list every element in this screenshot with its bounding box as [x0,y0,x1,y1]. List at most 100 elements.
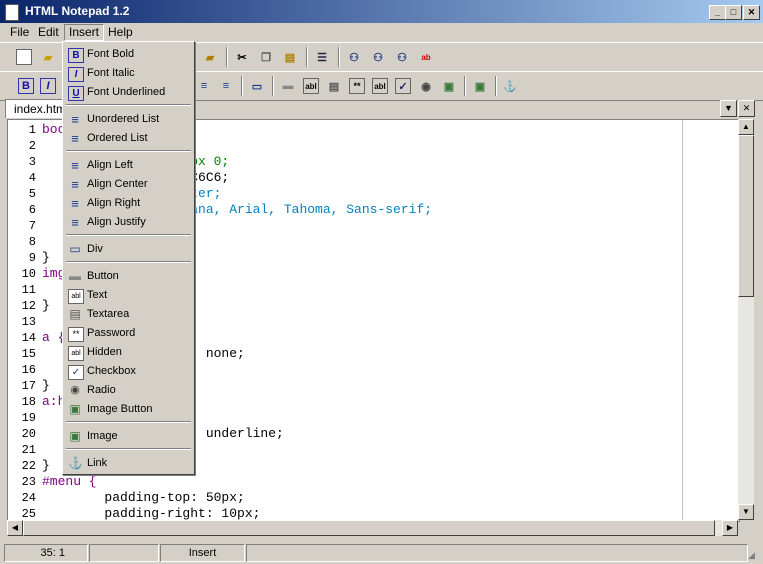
insert-dropdown-menu: B Font Bold I Font Italic U Font Underlined ≡ U… [62,41,195,475]
tab-close-button[interactable]: ✕ [738,100,755,117]
minimize-button[interactable]: _ [709,5,726,20]
menu-item-label: Ordered List [87,132,148,144]
scroll-down-button[interactable]: ▼ [738,504,754,520]
italic-button[interactable]: I [38,76,58,96]
menu-item-label: Font Italic [87,67,135,79]
paste-toolbar-button[interactable]: ▰ [200,47,220,67]
div-icon: ▭ [69,242,81,256]
toolbar-separator [272,76,274,96]
insert-textarea-button[interactable]: ▤ [324,76,344,96]
menu-separator [66,421,191,423]
open-file-button[interactable]: ▰ [38,47,58,67]
vertical-scrollbar[interactable]: ▲ ▼ [738,119,754,520]
align-button[interactable]: ≡ [194,76,214,96]
code-line: } [42,298,50,314]
button-icon: ▬ [282,80,294,92]
image-button-icon: ▣ [443,80,455,93]
horizontal-scroll-thumb[interactable] [23,520,715,536]
menu-item-ordered-list[interactable]: ≡ Ordered List [65,129,192,148]
open-folder-icon: ▰ [43,51,53,64]
scroll-left-button[interactable]: ◀ [7,520,23,536]
div-button[interactable]: ▭ [247,76,267,96]
code-token: padding-top: 50px; [42,490,245,505]
menu-item-align-justify[interactable]: ≡ Align Justify [65,213,192,232]
menu-insert[interactable]: Insert [64,24,105,41]
clipboard-icon: ▤ [284,51,296,64]
insert-hidden-button[interactable]: abl [370,76,390,96]
password-icon: ** [68,327,84,342]
menu-item-unordered-list[interactable]: ≡ Unordered List [65,110,192,129]
menu-item-align-right[interactable]: ≡ Align Right [65,194,192,213]
close-button[interactable]: ✕ [743,5,760,20]
button-icon: ▬ [69,269,81,283]
menu-item-label: Button [87,270,119,282]
menu-item-font-italic[interactable]: I Font Italic [65,64,192,83]
format-button[interactable]: ☰ [312,47,332,67]
line-number: 5 [28,187,36,201]
unordered-list-icon: ≡ [71,112,79,127]
close-icon: ✕ [742,103,751,113]
menu-item-align-left[interactable]: ≡ Align Left [65,156,192,175]
spell-check-button[interactable]: ab [416,47,436,67]
insert-text-button[interactable]: abl [301,76,321,96]
cut-button[interactable]: ✂ [232,47,252,67]
menu-item-label: Font Bold [87,48,135,60]
menu-item-textarea[interactable]: ▤ Textarea [65,305,192,324]
image-button-icon: ▣ [69,402,81,416]
text-field-icon: abl [303,78,319,94]
scroll-up-button[interactable]: ▲ [738,119,754,135]
insert-image-button[interactable]: ▣ [470,76,490,96]
menu-item-align-center[interactable]: ≡ Align Center [65,175,192,194]
insert-password-button[interactable]: ** [347,76,367,96]
menu-item-font-bold[interactable]: B Font Bold [65,45,192,64]
horizontal-scrollbar[interactable]: ◀ ▶ [7,520,738,536]
line-number: 14 [21,331,36,345]
copy-icon: ❐ [261,51,271,64]
menu-item-button[interactable]: ▬ Button [65,267,192,286]
font-italic-icon: I [40,78,56,94]
arrow-up-icon: ▲ [742,122,750,131]
code-line: } [42,250,50,266]
menu-file[interactable]: File [6,25,33,40]
menu-item-radio[interactable]: ◉ Radio [65,381,192,400]
menu-item-link[interactable]: ⚓ Link [65,454,192,473]
menu-item-div[interactable]: ▭ Div [65,240,192,259]
menu-item-checkbox[interactable]: ✓ Checkbox [65,362,192,381]
align-justify-button[interactable]: ≡ [216,76,236,96]
menu-separator [66,234,191,236]
menu-item-image-button[interactable]: ▣ Image Button [65,400,192,419]
menu-bar: File Edit Insert Help [0,23,763,42]
new-file-button[interactable] [14,47,34,67]
size-grip-icon[interactable]: ◢ [748,550,755,561]
find-button[interactable]: ⚇ [344,47,364,67]
insert-image-button-button[interactable]: ▣ [439,76,459,96]
find-previous-button[interactable]: ⚇ [392,47,412,67]
insert-checkbox-button[interactable]: ✓ [393,76,413,96]
scroll-right-button[interactable]: ▶ [722,520,738,536]
menu-item-text[interactable]: abl Text [65,286,192,305]
insert-button-button[interactable]: ▬ [278,76,298,96]
find-next-button[interactable]: ⚇ [368,47,388,67]
anchor-icon: ⚓ [503,80,517,93]
menu-item-hidden[interactable]: abl Hidden [65,343,192,362]
insert-link-button[interactable]: ⚓ [500,76,520,96]
vertical-scroll-thumb[interactable] [738,135,754,297]
menu-help[interactable]: Help [104,25,137,40]
copy-button[interactable]: ❐ [256,47,276,67]
menu-edit[interactable]: Edit [34,25,63,40]
new-file-icon [16,49,32,65]
bold-button[interactable]: B [16,76,36,96]
line-number: 10 [21,267,36,281]
menu-item-font-underlined[interactable]: U Font Underlined [65,83,192,102]
checkbox-icon: ✓ [395,78,411,94]
menu-item-password[interactable]: ** Password [65,324,192,343]
align-left-icon: ≡ [71,158,79,173]
textarea-icon: ▤ [69,307,81,321]
paste-button[interactable]: ▤ [280,47,300,67]
checkbox-icon: ✓ [68,365,84,380]
line-number: 4 [28,171,36,185]
menu-item-image[interactable]: ▣ Image [65,427,192,446]
tab-list-button[interactable]: ▼ [720,100,737,117]
insert-radio-button[interactable]: ◉ [416,76,436,96]
maximize-button[interactable]: □ [725,5,742,20]
